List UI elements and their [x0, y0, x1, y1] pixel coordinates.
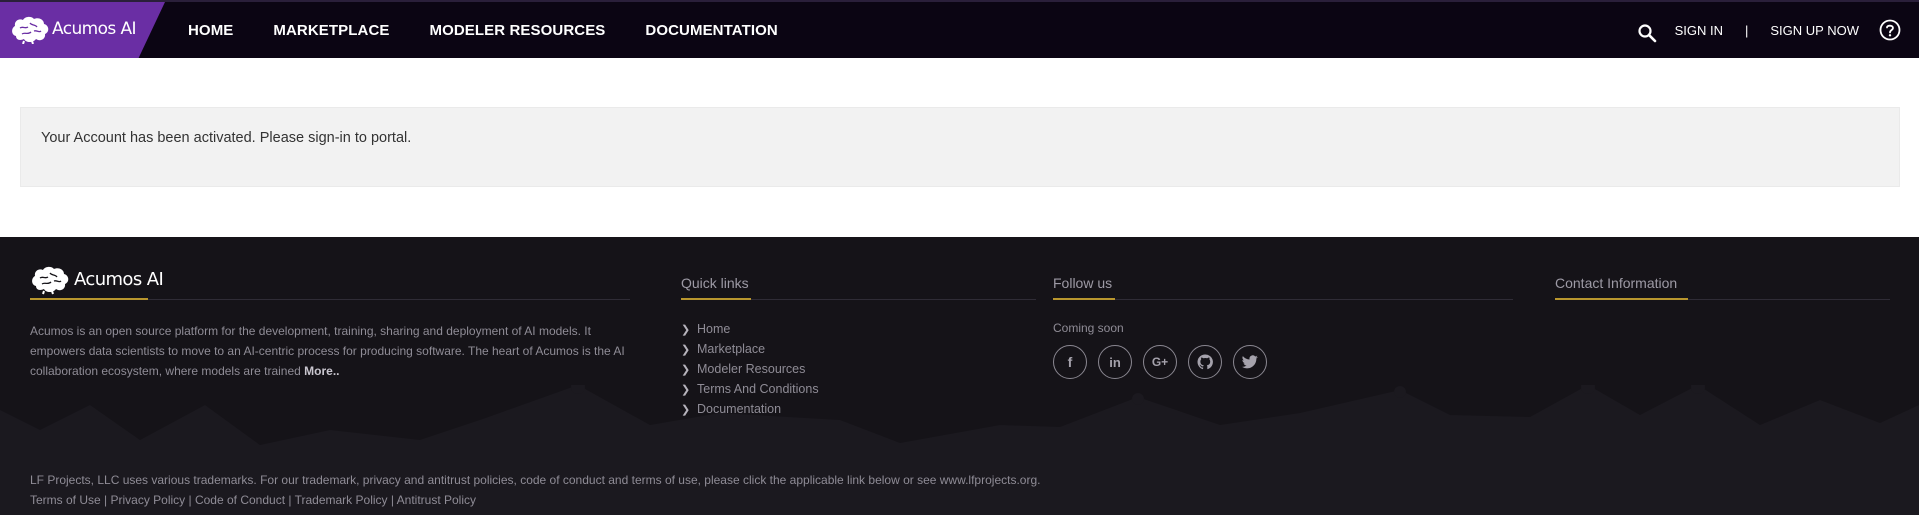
main-nav: HOME MARKETPLACE MODELER RESOURCES DOCUM… — [188, 2, 818, 58]
nav-marketplace[interactable]: MARKETPLACE — [273, 22, 389, 39]
legal-section: LF Projects, LLC uses various trademarks… — [30, 470, 1040, 510]
contact-heading: Contact Information — [1555, 275, 1678, 291]
chevron-right-icon: ❯ — [681, 364, 691, 376]
twitter-glyph — [1242, 355, 1258, 369]
policy-links: Terms of Use | Privacy Policy | Code of … — [30, 493, 477, 507]
brand-logo[interactable]: Acumos AI — [0, 2, 165, 58]
brand-name: Acumos AI — [52, 19, 137, 39]
footer-accent-line — [1053, 298, 1115, 300]
antitrust-policy-link[interactable]: Antitrust Policy — [397, 493, 476, 507]
top-navigation-bar: Acumos AI HOME MARKETPLACE MODELER RESOU… — [0, 0, 1919, 58]
quick-links-heading: Quick links — [681, 275, 749, 291]
footer-accent-line — [30, 298, 148, 300]
alert-message: Your Account has been activated. Please … — [41, 130, 412, 146]
github-icon[interactable] — [1188, 345, 1222, 379]
brain-icon — [32, 266, 69, 295]
nav-account-area: SIGN IN | SIGN UP NOW — [1637, 2, 1901, 58]
activation-alert: Your Account has been activated. Please … — [20, 107, 1900, 187]
chevron-right-icon: ❯ — [681, 344, 691, 356]
brain-icon — [12, 16, 49, 44]
social-links: f in G+ — [1053, 345, 1278, 379]
about-more-link[interactable]: More.. — [304, 364, 339, 378]
footer: Acumos AI Acumos is an open source platf… — [0, 237, 1919, 515]
follow-status: Coming soon — [1053, 321, 1124, 335]
code-of-conduct-link[interactable]: Code of Conduct — [195, 493, 285, 507]
nav-home[interactable]: HOME — [188, 22, 233, 39]
twitter-icon[interactable] — [1233, 345, 1267, 379]
footer-accent-line — [681, 298, 751, 300]
nav-modeler-resources[interactable]: MODELER RESOURCES — [430, 22, 606, 39]
terms-of-use-link[interactable]: Terms of Use — [30, 493, 101, 507]
sign-up-link[interactable]: SIGN UP NOW — [1770, 23, 1859, 38]
footer-about: Acumos is an open source platform for th… — [30, 321, 630, 381]
chevron-right-icon: ❯ — [681, 384, 691, 396]
quick-link-marketplace[interactable]: ❯ Marketplace — [681, 339, 819, 359]
help-icon[interactable] — [1879, 19, 1901, 41]
follow-us-heading: Follow us — [1053, 275, 1113, 291]
chevron-right-icon: ❯ — [681, 324, 691, 336]
chevron-right-icon: ❯ — [681, 404, 691, 416]
search-icon[interactable] — [1637, 23, 1657, 43]
quick-link-home[interactable]: ❯ Home — [681, 319, 819, 339]
linkedin-icon[interactable]: in — [1098, 345, 1132, 379]
footer-logo: Acumos AI — [30, 265, 164, 300]
footer-brand-name: Acumos AI — [74, 269, 164, 290]
github-glyph — [1197, 354, 1213, 370]
footer-divider — [1053, 299, 1513, 300]
google-plus-icon[interactable]: G+ — [1143, 345, 1177, 379]
sign-in-link[interactable]: SIGN IN — [1675, 23, 1723, 38]
nav-documentation[interactable]: DOCUMENTATION — [645, 22, 777, 39]
nav-separator: | — [1745, 22, 1749, 38]
quick-link-modeler-resources[interactable]: ❯ Modeler Resources — [681, 359, 819, 379]
facebook-icon[interactable]: f — [1053, 345, 1087, 379]
quick-link-terms[interactable]: ❯ Terms And Conditions — [681, 379, 819, 399]
footer-accent-line — [1555, 298, 1688, 300]
quick-link-documentation[interactable]: ❯ Documentation — [681, 399, 819, 419]
trademark-notice: LF Projects, LLC uses various trademarks… — [30, 473, 1041, 487]
trademark-policy-link[interactable]: Trademark Policy — [295, 493, 388, 507]
privacy-policy-link[interactable]: Privacy Policy — [110, 493, 185, 507]
quick-links-list: ❯ Home ❯ Marketplace ❯ Modeler Resources ❯ T… — [681, 319, 819, 419]
